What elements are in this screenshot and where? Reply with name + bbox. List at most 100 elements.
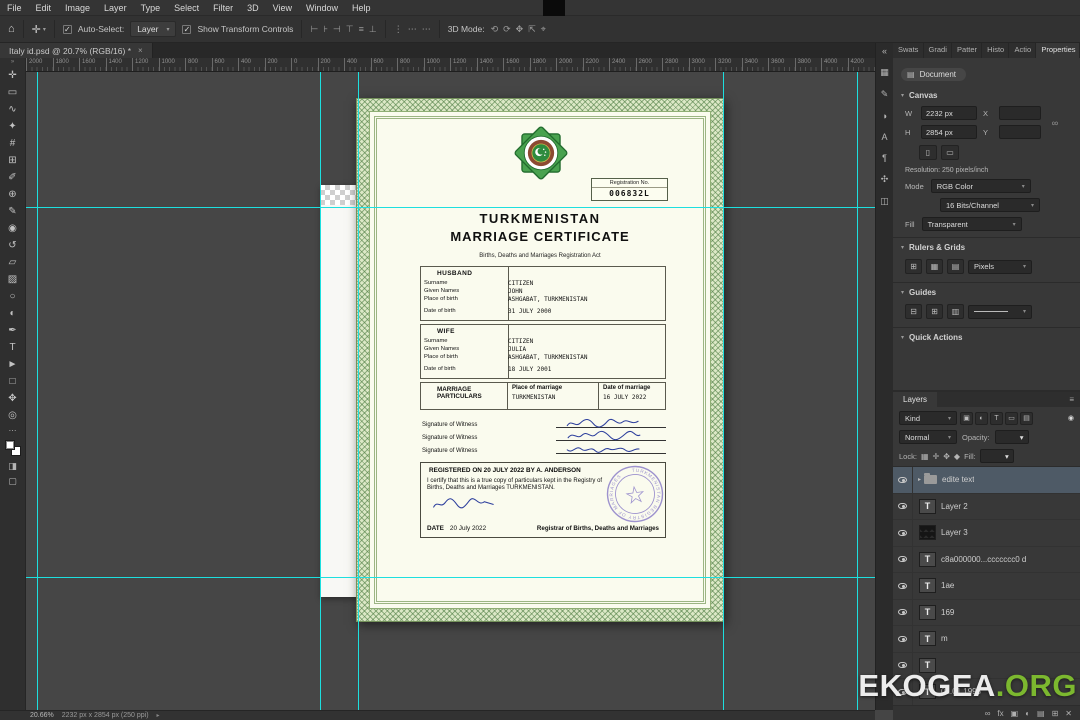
magic-wand-tool[interactable]: ✦ <box>2 118 24 135</box>
fill-select[interactable]: Transparent ▾ <box>921 217 1022 231</box>
layer-group-icon[interactable]: ▤ <box>1037 709 1045 718</box>
menu-item-view[interactable]: View <box>266 0 299 16</box>
glyphs-panel-icon[interactable]: ✣ <box>881 174 889 185</box>
guide-style-select[interactable]: ▾ <box>968 304 1032 319</box>
align-top-icon[interactable]: ⊤ <box>346 24 354 35</box>
menu-item-help[interactable]: Help <box>345 0 378 16</box>
canvas-area[interactable]: Registration No. 006832L TURKMENISTAN MA… <box>26 72 875 710</box>
character-panel-icon[interactable]: A <box>881 132 887 142</box>
layer-fill-input[interactable]: ▾ <box>979 449 1014 463</box>
history-brush-tool[interactable]: ↺ <box>2 237 24 254</box>
show-transform-checkbox[interactable]: ✓ <box>182 24 192 34</box>
toggle-grid-icon[interactable]: ▦ <box>926 259 943 274</box>
new-guide-layout-icon[interactable]: ⊟ <box>905 304 922 319</box>
panel-tab-properties[interactable]: Properties <box>1036 43 1080 58</box>
marquee-tool[interactable]: ▭ <box>2 84 24 101</box>
layer-row[interactable]: ▸ edite text <box>893 467 1080 494</box>
portrait-orientation-button[interactable]: ▯ <box>919 145 937 160</box>
layer-row[interactable]: Tc8a000000...ccccccc0 d <box>893 546 1080 573</box>
delete-layer-icon[interactable]: ✕ <box>1065 709 1072 718</box>
dodge-tool[interactable]: ◐ <box>2 305 24 322</box>
zoom-tool[interactable]: ◎ <box>2 407 24 424</box>
layer-row[interactable]: T 1ae <box>893 573 1080 600</box>
menu-item-filter[interactable]: Filter <box>206 0 240 16</box>
healing-brush-tool[interactable]: ⊕ <box>2 186 24 203</box>
distribute-vertical-icon[interactable]: ⋮ <box>394 24 403 35</box>
hand-tool[interactable]: ✥ <box>2 390 24 407</box>
brushes-panel-icon[interactable]: ✎ <box>881 89 889 100</box>
shape-tool[interactable]: □ <box>2 373 24 390</box>
align-bottom-icon[interactable]: ⊥ <box>369 24 377 35</box>
gradient-tool[interactable]: ▨ <box>2 271 24 288</box>
bit-depth-select[interactable]: 16 Bits/Channel ▾ <box>940 198 1040 212</box>
move-tool[interactable]: ✛ <box>2 67 24 84</box>
menu-item-type[interactable]: Type <box>134 0 168 16</box>
clone-stamp-tool[interactable]: ◉ <box>2 220 24 237</box>
path-selection-tool[interactable]: ► <box>2 356 24 373</box>
menu-item-layer[interactable]: Layer <box>97 0 134 16</box>
rulers-grids-section-header[interactable]: ▾ Rulers & Grids <box>893 238 1080 255</box>
edit-toolbar-icon[interactable]: ⋯ <box>9 426 17 435</box>
collapse-panels-icon[interactable]: « <box>882 46 887 56</box>
align-middle-icon[interactable]: ≡ <box>359 24 364 35</box>
filter-adjustment-layers-icon[interactable]: ◐ <box>975 411 988 425</box>
guide-vertical[interactable] <box>358 72 359 710</box>
layer-row[interactable]: Layer 3 <box>893 520 1080 547</box>
screen-mode-icon[interactable]: ▢ <box>8 476 17 487</box>
move-tool-options-icon[interactable]: ✛ <box>32 23 41 36</box>
filter-shape-layers-icon[interactable]: ▭ <box>1005 411 1018 425</box>
visibility-toggle-icon[interactable] <box>893 493 913 519</box>
panel-tab-actio[interactable]: Actio <box>1009 43 1037 58</box>
menu-item-3d[interactable]: 3D <box>240 0 266 16</box>
crop-tool[interactable]: # <box>2 135 24 152</box>
eyedropper-tool[interactable]: ✐ <box>2 169 24 186</box>
layer-mask-icon[interactable]: ▣ <box>1011 709 1019 718</box>
quick-actions-section-header[interactable]: ▾ Quick Actions <box>893 328 1080 345</box>
panel-tab-histo[interactable]: Histo <box>982 43 1010 58</box>
visibility-toggle-icon[interactable] <box>893 520 913 546</box>
visibility-toggle-icon[interactable] <box>893 546 913 572</box>
certificate-document[interactable]: Registration No. 006832L TURKMENISTAN MA… <box>356 98 724 622</box>
type-tool[interactable]: T <box>2 339 24 356</box>
visibility-toggle-icon[interactable] <box>893 573 913 599</box>
guide-vertical[interactable] <box>857 72 858 710</box>
lock-pixels-icon[interactable]: ✛ <box>933 452 940 461</box>
filter-pixel-layers-icon[interactable]: ▣ <box>960 411 973 425</box>
brush-tool[interactable]: ✎ <box>2 203 24 220</box>
panel-tab-swats[interactable]: Swats <box>893 43 924 58</box>
3d-slide-icon[interactable]: ⇱ <box>528 24 536 35</box>
menu-item-window[interactable]: Window <box>299 0 345 16</box>
filter-smart-objects-icon[interactable]: ▤ <box>1020 411 1033 425</box>
color-panel-icon[interactable]: ▦ <box>880 67 889 78</box>
link-layers-icon[interactable]: ∞ <box>985 709 991 718</box>
guide-horizontal[interactable] <box>26 577 875 578</box>
mode-select[interactable]: RGB Color ▾ <box>930 179 1031 193</box>
adjustments-panel-icon[interactable]: ◑ <box>882 111 887 121</box>
clear-guides-icon[interactable]: ▥ <box>947 304 964 319</box>
distribute-horizontal-icon[interactable]: ⋯ <box>408 24 417 35</box>
layer-row[interactable]: T Layer 2 <box>893 493 1080 520</box>
3d-scale-icon[interactable]: ⌖ <box>541 24 546 35</box>
align-right-icon[interactable]: ⊣ <box>333 24 341 35</box>
layers-panel-menu-icon[interactable]: ≡ <box>1069 395 1074 404</box>
align-left-icon[interactable]: ⊢ <box>310 24 318 35</box>
document-tab[interactable]: Italy id.psd @ 20.7% (RGB/16) * × <box>0 43 153 58</box>
visibility-toggle-icon[interactable] <box>893 467 913 493</box>
filter-toggle-icon[interactable]: ◉ <box>1068 414 1074 422</box>
canvas-section-header[interactable]: ▾ Canvas <box>893 86 1080 103</box>
layer-row[interactable]: Tm <box>893 626 1080 653</box>
close-tab-icon[interactable]: × <box>138 46 143 55</box>
horizontal-ruler[interactable]: 2000 1800 1600 1400 1200 1000 800 600 400 200 0 200… <box>26 58 875 72</box>
zoom-level[interactable]: 20.66% <box>30 712 54 719</box>
pen-tool[interactable]: ✒ <box>2 322 24 339</box>
frame-tool[interactable]: ⊞ <box>2 152 24 169</box>
panel-tab-patter[interactable]: Patter <box>952 43 983 58</box>
3d-rotate-icon[interactable]: ⟲ <box>491 24 499 35</box>
lock-all-icon[interactable]: ◆ <box>954 452 960 461</box>
3d-roll-icon[interactable]: ⟳ <box>503 24 511 35</box>
units-select[interactable]: Pixels ▾ <box>968 259 1032 274</box>
menu-item-image[interactable]: Image <box>58 0 97 16</box>
opacity-input[interactable]: ▾ <box>994 430 1029 444</box>
y-input[interactable] <box>999 125 1041 139</box>
guide-vertical[interactable] <box>320 72 321 710</box>
